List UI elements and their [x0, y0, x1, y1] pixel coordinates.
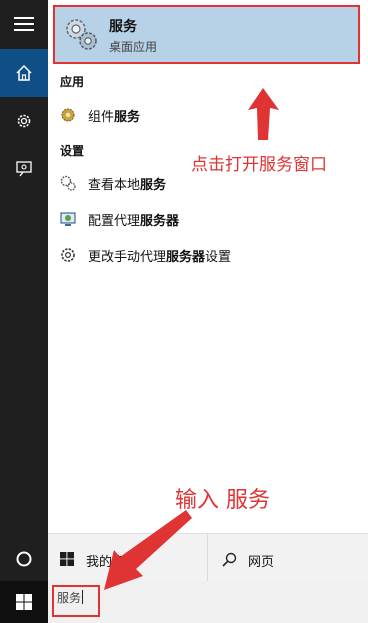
search-input[interactable]: 服务	[57, 589, 84, 606]
result-label: 配置代理服务器	[88, 214, 180, 229]
windows-logo-icon	[16, 594, 32, 610]
home-icon	[16, 64, 32, 81]
result-component-services[interactable]: 组件服务	[48, 100, 368, 130]
cortana-button[interactable]	[0, 535, 48, 583]
result-label: 组件服务	[88, 110, 141, 125]
start-button[interactable]	[0, 581, 48, 623]
bottom-tabs: 我的资料 网页	[48, 533, 368, 582]
result-change-manual-proxy[interactable]: 更改手动代理服务器设置	[48, 240, 368, 270]
windows-logo-icon	[60, 552, 74, 566]
feedback-icon	[16, 161, 32, 177]
web-label: 网页	[248, 555, 275, 570]
my-stuff-label: 我的资料	[86, 555, 139, 570]
hamburger-menu-button[interactable]	[0, 0, 48, 48]
text-caret	[82, 590, 84, 604]
home-button[interactable]	[0, 49, 48, 97]
annotation-open-services: 点击打开服务窗口	[191, 155, 327, 175]
hamburger-icon	[14, 17, 34, 31]
left-rail	[0, 0, 48, 623]
best-match-title: 服务	[109, 19, 137, 35]
section-apps-heading: 应用	[60, 75, 85, 89]
cortana-circle-icon	[16, 551, 32, 567]
proxy-config-icon	[60, 212, 76, 226]
annotation-type-services: 输入 服务	[175, 488, 270, 513]
search-box[interactable]: 服务	[48, 581, 368, 623]
best-match-services[interactable]: 服务 桌面应用	[53, 5, 360, 64]
component-services-icon	[61, 108, 75, 122]
web-tab[interactable]: 网页	[207, 534, 368, 582]
result-label: 查看本地服务	[88, 178, 167, 193]
feedback-button[interactable]	[0, 145, 48, 193]
my-stuff-tab[interactable]: 我的资料	[48, 534, 206, 582]
search-icon	[222, 552, 237, 567]
local-services-icon	[60, 175, 76, 191]
best-match-subtitle: 桌面应用	[109, 40, 158, 54]
notebook-settings-button[interactable]	[0, 97, 48, 145]
result-configure-proxy-server[interactable]: 配置代理服务器	[48, 204, 368, 234]
gear-icon	[17, 114, 31, 128]
result-label: 更改手动代理服务器设置	[88, 250, 232, 265]
services-gears-icon	[66, 19, 97, 50]
section-settings-heading: 设置	[60, 144, 85, 158]
gear-icon	[61, 248, 75, 262]
